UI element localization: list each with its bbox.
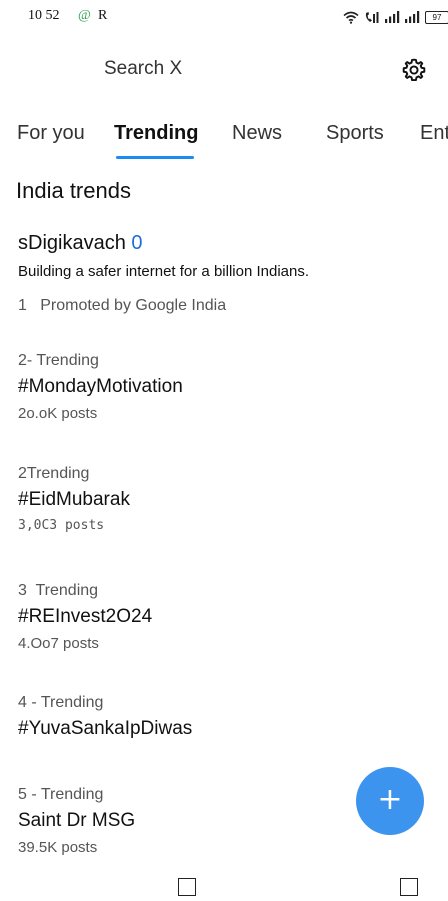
promoted-title-text: sDigikavach [18,232,126,254]
status-r-icon: R [98,8,108,23]
gear-icon[interactable] [401,57,427,83]
trend-item[interactable]: 4 - Trending #YuvaSankaIpDiwas [18,694,418,740]
trend-meta: 4 - Trending [18,694,104,711]
trend-meta: 2- Trending [18,352,99,369]
promoted-meta: 1 Promoted by Google India [18,297,227,314]
square-nav-icon[interactable] [400,878,418,896]
promoted-title: sDigikavach 0 [18,232,143,255]
trend-title: #MondayMotivation [18,376,183,397]
wifi-call-icon [365,11,379,23]
tab-entertainment[interactable]: Enter [420,122,448,145]
trend-item[interactable]: 2- Trending #MondayMotivation 2o.oK post… [18,352,418,422]
trend-item[interactable]: 2Trending #EidMubarak 3,0C3 posts [18,465,418,533]
promoted-description: Building a safer internet for a billion … [18,263,310,280]
search-field[interactable]: Search X [104,58,182,80]
section-title: India trends [16,178,131,203]
trend-meta: 3 Trending [18,582,99,599]
status-bar: 10 52 @ R 97 [0,0,448,34]
trend-count: 2o.oK posts [18,405,98,422]
tab-bar: For you Trending News Sports Enter [0,112,448,162]
trend-title: #REInvest2O24 [18,606,153,627]
trend-title: #EidMubarak [18,489,130,510]
trend-meta: 2Trending [18,465,90,482]
active-tab-indicator [116,156,194,159]
status-at-icon: @ [78,8,91,23]
trend-count: 3,0C3 posts [18,518,105,533]
trend-count: 4.Oo7 posts [18,635,99,652]
trend-item[interactable]: 3 Trending #REInvest2O24 4.Oo7 posts [18,582,418,652]
signal-icon [385,11,400,23]
status-icons: 97 [343,9,448,25]
wifi-icon [343,11,359,24]
tab-trending[interactable]: Trending [114,122,198,145]
tab-for-you[interactable]: For you [17,122,85,145]
signal-icon [405,11,420,23]
tab-news[interactable]: News [232,122,282,145]
system-nav-bar [0,866,448,901]
trend-title: #YuvaSankaIpDiwas [18,718,193,739]
tab-sports[interactable]: Sports [326,122,384,145]
recent-apps-icon[interactable] [178,878,196,896]
promoted-title-suffix: 0 [131,232,143,254]
compose-button[interactable]: + [356,767,424,835]
trend-count: 39.5K posts [18,839,98,856]
status-time: 10 52 [28,8,60,23]
battery-icon: 97 [425,10,448,24]
